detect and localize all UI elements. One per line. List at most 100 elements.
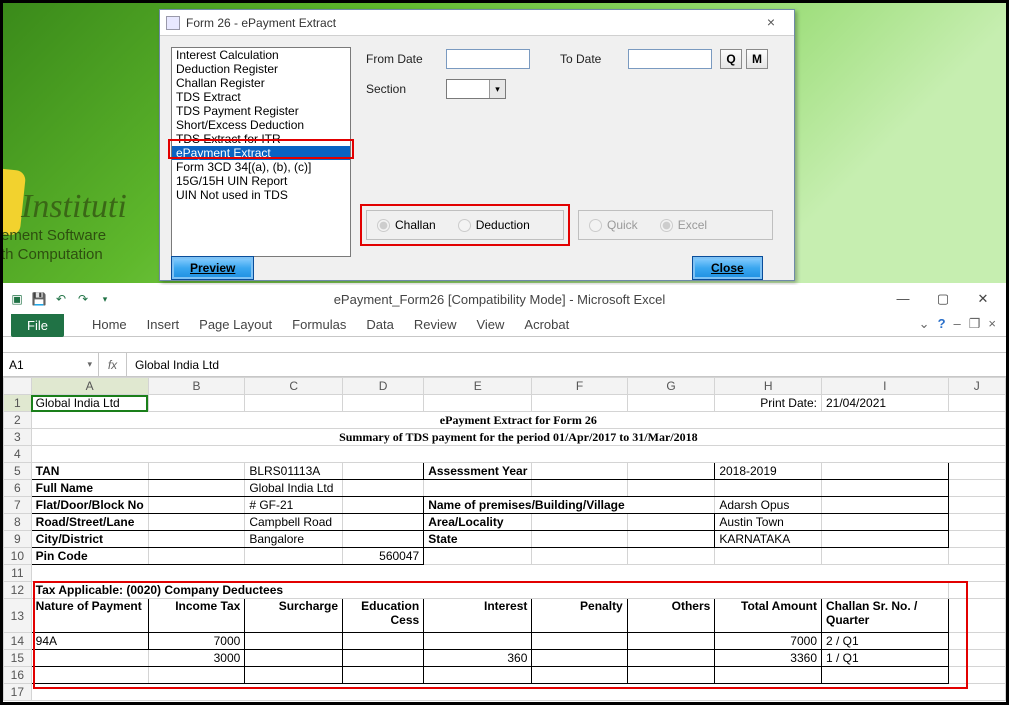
list-item[interactable]: 15G/15H UIN Report: [172, 174, 350, 188]
select-all-corner[interactable]: [4, 378, 32, 395]
section-dropdown[interactable]: ▾: [446, 79, 506, 99]
col-header[interactable]: G: [627, 378, 715, 395]
row-header[interactable]: 8: [4, 514, 32, 531]
redo-icon[interactable]: ↷: [75, 292, 91, 306]
output-mode-group: Challan Deduction: [366, 210, 564, 240]
list-item[interactable]: ePayment Extract: [172, 146, 350, 160]
col-header[interactable]: J: [948, 378, 1005, 395]
form26-dialog: Form 26 - ePayment Extract × Interest Ca…: [159, 9, 795, 281]
radio-quick[interactable]: Quick: [589, 218, 638, 232]
fx-icon[interactable]: fx: [99, 353, 127, 376]
tab-acrobat[interactable]: Acrobat: [524, 317, 569, 336]
name-box[interactable]: A1▾: [3, 353, 99, 376]
tab-home[interactable]: Home: [92, 317, 127, 336]
col-header[interactable]: C: [245, 378, 343, 395]
tab-insert[interactable]: Insert: [147, 317, 180, 336]
dialog-titlebar[interactable]: Form 26 - ePayment Extract ×: [160, 10, 794, 36]
row-header[interactable]: 11: [4, 565, 32, 582]
list-item[interactable]: Challan Register: [172, 76, 350, 90]
preview-button[interactable]: Preview: [171, 256, 254, 280]
list-item[interactable]: Deduction Register: [172, 62, 350, 76]
cell[interactable]: 21/04/2021: [822, 395, 949, 412]
list-item[interactable]: TDS Extract: [172, 90, 350, 104]
tab-data[interactable]: Data: [366, 317, 393, 336]
col-header[interactable]: I: [822, 378, 949, 395]
row-header[interactable]: 12: [4, 582, 32, 599]
row-header[interactable]: 9: [4, 531, 32, 548]
radio-challan[interactable]: Challan: [377, 218, 436, 232]
bg-text-institute: Instituti: [21, 188, 127, 226]
cell[interactable]: Summary of TDS payment for the period 01…: [31, 429, 1005, 446]
col-header[interactable]: D: [343, 378, 424, 395]
worksheet-grid[interactable]: A B C D E F G H I J 1 Global India Ltd: [3, 377, 1006, 702]
from-date-input[interactable]: [446, 49, 530, 69]
row-header[interactable]: 3: [4, 429, 32, 446]
to-date-input[interactable]: [628, 49, 712, 69]
q-button[interactable]: Q: [720, 49, 742, 69]
excel-window: ▣ 💾 ↶ ↷ ▾ ePayment_Form26 [Compatibility…: [3, 285, 1006, 702]
report-listbox[interactable]: Interest CalculationDeduction RegisterCh…: [171, 47, 351, 257]
cell[interactable]: Print Date:: [715, 395, 822, 412]
undo-icon[interactable]: ↶: [53, 292, 69, 306]
list-item[interactable]: TDS Extract for ITR: [172, 132, 350, 146]
col-header[interactable]: E: [424, 378, 532, 395]
form-icon: [166, 16, 180, 30]
list-item[interactable]: Short/Excess Deduction: [172, 118, 350, 132]
col-header[interactable]: F: [532, 378, 627, 395]
to-date-label: To Date: [560, 52, 601, 66]
col-header[interactable]: A: [31, 378, 148, 395]
row-header[interactable]: 10: [4, 548, 32, 565]
window-close-icon[interactable]: ✕: [966, 289, 1000, 309]
cell[interactable]: Global India Ltd: [31, 395, 148, 412]
tab-formulas[interactable]: Formulas: [292, 317, 346, 336]
qat-dropdown-icon[interactable]: ▾: [97, 294, 113, 305]
cell[interactable]: Nature of Payment: [31, 599, 148, 633]
bg-text-computation: th Computation: [3, 246, 103, 263]
tab-view[interactable]: View: [476, 317, 504, 336]
row-header[interactable]: 14: [4, 633, 32, 650]
row-header[interactable]: 4: [4, 446, 32, 463]
row-header[interactable]: 13: [4, 599, 32, 633]
row-header[interactable]: 5: [4, 463, 32, 480]
radio-excel[interactable]: Excel: [660, 218, 707, 232]
cell[interactable]: ePayment Extract for Form 26: [31, 412, 1005, 429]
close-button[interactable]: Close: [692, 256, 763, 280]
help-icon[interactable]: ?: [938, 316, 946, 336]
workbook-close-icon[interactable]: ×: [988, 316, 996, 336]
maximize-icon[interactable]: ▢: [926, 289, 960, 309]
export-mode-group: Quick Excel: [578, 210, 773, 240]
radio-deduction[interactable]: Deduction: [458, 218, 530, 232]
chevron-down-icon: ▾: [489, 80, 505, 98]
tab-file[interactable]: File: [11, 314, 64, 337]
tab-review[interactable]: Review: [414, 317, 457, 336]
bg-text-software: ement Software: [3, 227, 106, 244]
col-header[interactable]: H: [715, 378, 822, 395]
close-icon[interactable]: ×: [754, 14, 788, 32]
row-header[interactable]: 15: [4, 650, 32, 667]
list-item[interactable]: Interest Calculation: [172, 48, 350, 62]
workbook-restore-icon[interactable]: ❐: [969, 316, 981, 336]
m-button[interactable]: M: [746, 49, 768, 69]
row-header[interactable]: 16: [4, 667, 32, 684]
minimize-icon[interactable]: —: [886, 289, 920, 309]
list-item[interactable]: TDS Payment Register: [172, 104, 350, 118]
dialog-title: Form 26 - ePayment Extract: [186, 16, 754, 30]
row-header[interactable]: 7: [4, 497, 32, 514]
row-header[interactable]: 2: [4, 412, 32, 429]
section-label: Section: [366, 82, 406, 96]
formula-input[interactable]: Global India Ltd: [127, 358, 1006, 372]
excel-icon: ▣: [9, 292, 25, 306]
save-icon[interactable]: 💾: [31, 292, 47, 306]
ribbon-tabs: File Home Insert Page Layout Formulas Da…: [3, 313, 1006, 337]
workbook-minimize-icon[interactable]: –: [954, 316, 961, 336]
col-header[interactable]: B: [148, 378, 245, 395]
row-header[interactable]: 6: [4, 480, 32, 497]
row-header[interactable]: 1: [4, 395, 32, 412]
tab-page-layout[interactable]: Page Layout: [199, 317, 272, 336]
list-item[interactable]: Form 3CD 34[(a), (b), (c)]: [172, 160, 350, 174]
excel-titlebar[interactable]: ▣ 💾 ↶ ↷ ▾ ePayment_Form26 [Compatibility…: [3, 285, 1006, 313]
list-item[interactable]: UIN Not used in TDS: [172, 188, 350, 202]
ribbon-collapse-icon[interactable]: ⌄: [919, 316, 930, 336]
row-header[interactable]: 17: [4, 684, 32, 701]
chevron-down-icon[interactable]: ▾: [87, 359, 92, 370]
